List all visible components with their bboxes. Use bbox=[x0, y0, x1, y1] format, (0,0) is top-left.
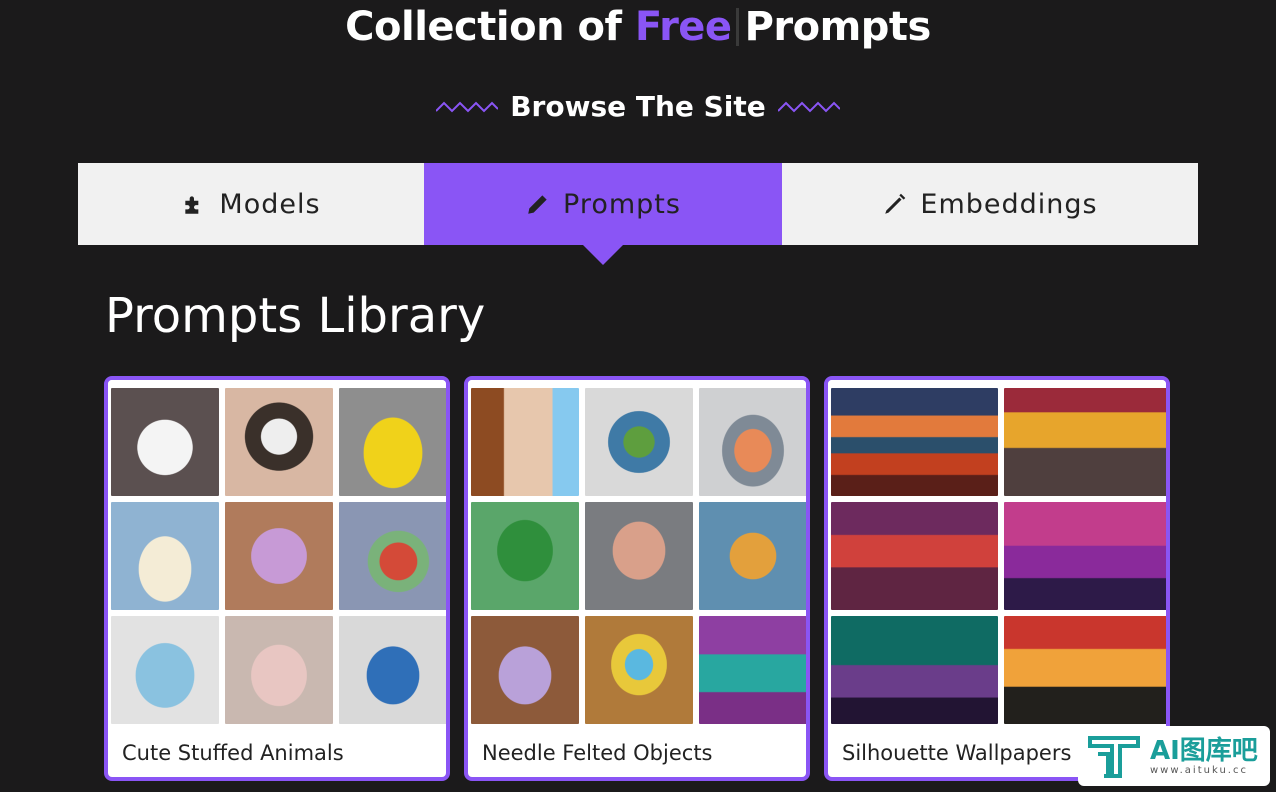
thumb-kitten bbox=[111, 388, 219, 496]
aituku-logo-icon bbox=[1088, 736, 1140, 778]
thumb-felted-cupcake bbox=[585, 616, 693, 724]
card-needle-felted-objects[interactable]: Needle Felted Objects bbox=[464, 376, 810, 781]
hero-title: Collection of Free Prompts bbox=[0, 4, 1276, 50]
thumb-octopus bbox=[225, 502, 333, 610]
hero-prefix: Collection of bbox=[345, 4, 622, 50]
nav-tabs: Models Prompts Embeddings bbox=[78, 163, 1198, 265]
tab-models[interactable]: Models bbox=[78, 163, 424, 245]
card-image-grid bbox=[108, 380, 446, 724]
watermark-url: www.aituku.cc bbox=[1150, 764, 1248, 776]
thumb-city-skyline bbox=[1004, 388, 1166, 496]
browse-label: Browse The Site bbox=[510, 90, 766, 123]
wave-left-icon bbox=[436, 101, 499, 112]
hero-suffix: Prompts bbox=[744, 4, 932, 50]
tab-embeddings[interactable]: Embeddings bbox=[782, 163, 1198, 245]
card-silhouette-wallpapers[interactable]: Silhouette Wallpapers bbox=[824, 376, 1170, 781]
watermark: AI图库吧 www.aituku.cc bbox=[1078, 726, 1270, 786]
browse-heading: Browse The Site bbox=[0, 90, 1276, 123]
thumb-mountain-sunset bbox=[831, 388, 998, 496]
syringe-icon bbox=[885, 193, 906, 214]
thumb-elephant bbox=[111, 616, 219, 724]
thumb-bunny bbox=[111, 502, 219, 610]
pencil-icon bbox=[528, 195, 547, 214]
thumb-felted-frog bbox=[471, 502, 579, 610]
thumb-felted-man bbox=[585, 502, 693, 610]
prompt-cards: Cute Stuffed Animals Needle Felted Objec… bbox=[104, 376, 1170, 781]
card-label: Needle Felted Objects bbox=[482, 741, 713, 765]
tab-prompts[interactable]: Prompts bbox=[424, 163, 782, 265]
thumb-penguin bbox=[339, 616, 446, 724]
typing-cursor bbox=[735, 8, 739, 46]
card-image-grid bbox=[828, 380, 1166, 724]
thumb-felted-girl bbox=[471, 388, 579, 496]
thumb-felted-globe bbox=[585, 388, 693, 496]
card-label: Cute Stuffed Animals bbox=[122, 741, 344, 765]
thumb-lion bbox=[225, 388, 333, 496]
tab-embeddings-label: Embeddings bbox=[920, 188, 1098, 220]
card-image-grid bbox=[468, 380, 806, 724]
thumb-felted-bus bbox=[699, 616, 806, 724]
hero-accent: Free bbox=[634, 4, 732, 50]
thumb-pig bbox=[225, 616, 333, 724]
thumb-rocket-landscape bbox=[831, 616, 998, 724]
thumb-felted-totoro bbox=[699, 388, 806, 496]
wave-right-icon bbox=[777, 101, 840, 112]
card-cute-stuffed-animals[interactable]: Cute Stuffed Animals bbox=[104, 376, 450, 781]
tab-prompts-label: Prompts bbox=[563, 188, 681, 220]
watermark-text: AI图库吧 bbox=[1150, 735, 1258, 766]
thumb-felted-giraffe bbox=[699, 502, 806, 610]
tab-models-label: Models bbox=[219, 188, 321, 220]
puzzle-icon bbox=[185, 196, 199, 214]
thumb-purple-mountains bbox=[1004, 502, 1166, 610]
card-label: Silhouette Wallpapers bbox=[842, 741, 1072, 765]
section-title: Prompts Library bbox=[105, 288, 486, 344]
thumb-pyramid-sunset bbox=[831, 502, 998, 610]
thumb-pikachu bbox=[339, 388, 446, 496]
thumb-deer-forest bbox=[1004, 616, 1166, 724]
thumb-turtle bbox=[339, 502, 446, 610]
thumb-felted-teapot bbox=[471, 616, 579, 724]
